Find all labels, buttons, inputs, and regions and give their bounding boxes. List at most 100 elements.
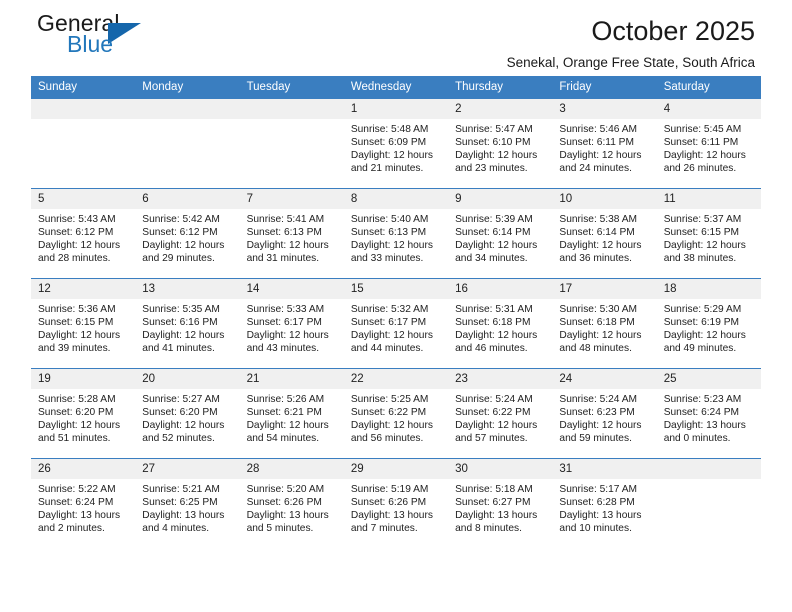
sunrise-text: Sunrise: 5:45 AM xyxy=(663,124,742,135)
weekday-header-row: Sunday Monday Tuesday Wednesday Thursday… xyxy=(31,76,761,99)
calendar-day-cell[interactable]: 17 Sunrise: 5:30 AM Sunset: 6:18 PM Dayligh… xyxy=(552,278,657,369)
calendar-day-cell[interactable]: 25 Sunrise: 5:23 AM Sunset: 6:24 PM Dayligh… xyxy=(656,368,761,459)
daylight-text-line2: and 43 minutes. xyxy=(246,343,320,355)
calendar-day-cell[interactable]: 6 Sunrise: 5:42 AM Sunset: 6:12 PM Daylight… xyxy=(135,188,240,279)
sunset-text: Sunset: 6:20 PM xyxy=(38,407,114,419)
daylight-text-line1: Daylight: 12 hours xyxy=(350,330,433,342)
calendar-day-cell[interactable]: 8 Sunrise: 5:40 AM Sunset: 6:13 PM Daylight… xyxy=(343,188,449,279)
calendar-day-cell[interactable]: 20 Sunrise: 5:27 AM Sunset: 6:20 PM Dayligh… xyxy=(135,368,240,459)
calendar-day-cell[interactable]: 15 Sunrise: 5:32 AM Sunset: 6:17 PM Dayligh… xyxy=(343,278,449,369)
calendar-day-cell[interactable]: 21 Sunrise: 5:26 AM Sunset: 6:21 PM Dayligh… xyxy=(239,368,344,459)
daylight-text-line2: and 8 minutes. xyxy=(455,523,522,535)
weekday-header-sunday: Sunday xyxy=(31,76,136,99)
calendar-day-cell[interactable]: 3 Sunrise: 5:46 AM Sunset: 6:11 PM Daylight… xyxy=(552,99,657,189)
sunset-text: Sunset: 6:24 PM xyxy=(38,497,114,509)
calendar-day-cell[interactable]: 4 Sunrise: 5:45 AM Sunset: 6:11 PM Daylight… xyxy=(656,99,761,189)
sunset-text: Sunset: 6:17 PM xyxy=(350,317,427,329)
calendar-day-cell[interactable]: 28 Sunrise: 5:20 AM Sunset: 6:26 PM Dayligh… xyxy=(239,458,344,548)
daylight-text-line1: Daylight: 13 hours xyxy=(559,510,642,522)
sunrise-text: Sunrise: 5:41 AM xyxy=(246,214,325,225)
daylight-text-line1: Daylight: 12 hours xyxy=(559,150,642,162)
weekday-header-saturday: Saturday xyxy=(656,76,761,99)
daylight-text-line2: and 52 minutes. xyxy=(142,433,215,445)
calendar-day-cell[interactable]: 2 Sunrise: 5:47 AM Sunset: 6:10 PM Daylight… xyxy=(448,99,553,189)
calendar-day-cell[interactable]: 18 Sunrise: 5:29 AM Sunset: 6:19 PM Dayligh… xyxy=(656,278,761,369)
sunrise-text: Sunrise: 5:33 AM xyxy=(246,304,325,315)
day-details: Sunrise: 5:24 AM Sunset: 6:22 PM Daylight:… xyxy=(448,389,552,445)
sunrise-text: Sunrise: 5:39 AM xyxy=(455,214,533,225)
calendar-day-cell[interactable]: 31 Sunrise: 5:17 AM Sunset: 6:28 PM Dayligh… xyxy=(552,458,657,548)
sunset-text: Sunset: 6:11 PM xyxy=(663,137,739,149)
day-number: 21 xyxy=(239,369,344,389)
day-number: 26 xyxy=(31,459,136,479)
calendar-day-cell[interactable]: 5 Sunrise: 5:43 AM Sunset: 6:12 PM Daylight… xyxy=(31,188,136,279)
sunset-text: Sunset: 6:12 PM xyxy=(142,227,218,239)
day-details: Sunrise: 5:17 AM Sunset: 6:28 PM Daylight:… xyxy=(552,479,656,535)
day-details: Sunrise: 5:21 AM Sunset: 6:25 PM Daylight:… xyxy=(135,479,239,535)
daylight-text-line2: and 29 minutes. xyxy=(142,253,215,265)
calendar-day-cell[interactable]: 27 Sunrise: 5:21 AM Sunset: 6:25 PM Dayligh… xyxy=(135,458,240,548)
day-number: 30 xyxy=(448,459,553,479)
calendar-day-cell[interactable]: 30 Sunrise: 5:18 AM Sunset: 6:27 PM Dayligh… xyxy=(448,458,553,548)
sunrise-text: Sunrise: 5:36 AM xyxy=(38,304,116,315)
daylight-text-line2: and 2 minutes. xyxy=(38,523,105,535)
daylight-text-line2: and 46 minutes. xyxy=(455,343,528,355)
day-details: Sunrise: 5:23 AM Sunset: 6:24 PM Daylight:… xyxy=(657,389,761,445)
sunrise-text: Sunrise: 5:25 AM xyxy=(350,394,429,405)
day-number: 12 xyxy=(31,279,136,299)
daylight-text-line1: Daylight: 12 hours xyxy=(350,420,433,432)
brand-logo[interactable]: General Blue xyxy=(37,10,187,66)
daylight-text-line1: Daylight: 12 hours xyxy=(38,330,121,342)
calendar-day-cell[interactable]: 29 Sunrise: 5:19 AM Sunset: 6:26 PM Dayligh… xyxy=(343,458,449,548)
day-number: 8 xyxy=(343,189,449,209)
calendar-day-cell[interactable]: 26 Sunrise: 5:22 AM Sunset: 6:24 PM Dayligh… xyxy=(31,458,136,548)
calendar-day-cell[interactable]: 24 Sunrise: 5:24 AM Sunset: 6:23 PM Dayligh… xyxy=(552,368,657,459)
sunset-text: Sunset: 6:11 PM xyxy=(559,137,634,149)
sunset-text: Sunset: 6:21 PM xyxy=(246,407,322,419)
calendar-day-cell[interactable]: 23 Sunrise: 5:24 AM Sunset: 6:22 PM Dayligh… xyxy=(448,368,553,459)
calendar-day-cell[interactable]: 22 Sunrise: 5:25 AM Sunset: 6:22 PM Dayligh… xyxy=(343,368,449,459)
sunset-text: Sunset: 6:16 PM xyxy=(142,317,218,329)
daylight-text-line1: Daylight: 12 hours xyxy=(663,150,746,162)
weekday-header-tuesday: Tuesday xyxy=(239,76,344,99)
weekday-header-wednesday: Wednesday xyxy=(343,76,449,99)
daylight-text-line1: Daylight: 13 hours xyxy=(455,510,538,522)
day-details: Sunrise: 5:30 AM Sunset: 6:18 PM Daylight:… xyxy=(552,299,656,355)
calendar-day-cell[interactable]: 10 Sunrise: 5:38 AM Sunset: 6:14 PM Dayligh… xyxy=(552,188,657,279)
day-number xyxy=(135,99,240,119)
day-number: 1 xyxy=(343,99,449,119)
daylight-text-line2: and 48 minutes. xyxy=(559,343,632,355)
sunrise-text: Sunrise: 5:30 AM xyxy=(559,304,637,315)
calendar-day-cell[interactable]: 19 Sunrise: 5:28 AM Sunset: 6:20 PM Dayligh… xyxy=(31,368,136,459)
day-number xyxy=(656,459,761,479)
day-number: 27 xyxy=(135,459,240,479)
calendar-day-cell[interactable]: 9 Sunrise: 5:39 AM Sunset: 6:14 PM Daylight… xyxy=(448,188,553,279)
brand-name-blue: Blue xyxy=(67,31,114,57)
day-number: 2 xyxy=(448,99,553,119)
daylight-text-line2: and 38 minutes. xyxy=(663,253,737,265)
day-number: 20 xyxy=(135,369,240,389)
calendar-day-cell[interactable]: 1 Sunrise: 5:48 AM Sunset: 6:09 PM Daylight… xyxy=(343,99,449,189)
daylight-text-line1: Daylight: 12 hours xyxy=(246,330,329,342)
daylight-text-line1: Daylight: 12 hours xyxy=(350,150,433,162)
daylight-text-line2: and 21 minutes. xyxy=(350,163,424,175)
calendar-day-cell[interactable]: 16 Sunrise: 5:31 AM Sunset: 6:18 PM Dayligh… xyxy=(448,278,553,369)
calendar-day-cell[interactable]: 14 Sunrise: 5:33 AM Sunset: 6:17 PM Dayligh… xyxy=(239,278,344,369)
calendar-cell-empty xyxy=(239,99,344,189)
daylight-text-line1: Daylight: 12 hours xyxy=(142,330,225,342)
title-block: October 2025 Senekal, Orange Free State,… xyxy=(507,0,755,72)
calendar-day-cell[interactable]: 12 Sunrise: 5:36 AM Sunset: 6:15 PM Dayligh… xyxy=(31,278,136,369)
calendar-day-cell[interactable]: 13 Sunrise: 5:35 AM Sunset: 6:16 PM Dayligh… xyxy=(135,278,240,369)
day-number: 4 xyxy=(656,99,761,119)
page-subtitle: Senekal, Orange Free State, South Africa xyxy=(506,55,755,70)
day-details: Sunrise: 5:40 AM Sunset: 6:13 PM Daylight:… xyxy=(344,209,448,265)
day-number: 14 xyxy=(239,279,344,299)
day-number: 16 xyxy=(448,279,553,299)
day-number: 22 xyxy=(343,369,449,389)
sunrise-text: Sunrise: 5:21 AM xyxy=(142,484,220,495)
daylight-text-line2: and 0 minutes. xyxy=(663,433,731,445)
daylight-text-line2: and 7 minutes. xyxy=(350,523,418,535)
calendar-day-cell[interactable]: 11 Sunrise: 5:37 AM Sunset: 6:15 PM Dayligh… xyxy=(656,188,761,279)
daylight-text-line2: and 59 minutes. xyxy=(559,433,632,445)
calendar-day-cell[interactable]: 7 Sunrise: 5:41 AM Sunset: 6:13 PM Daylight… xyxy=(239,188,344,279)
